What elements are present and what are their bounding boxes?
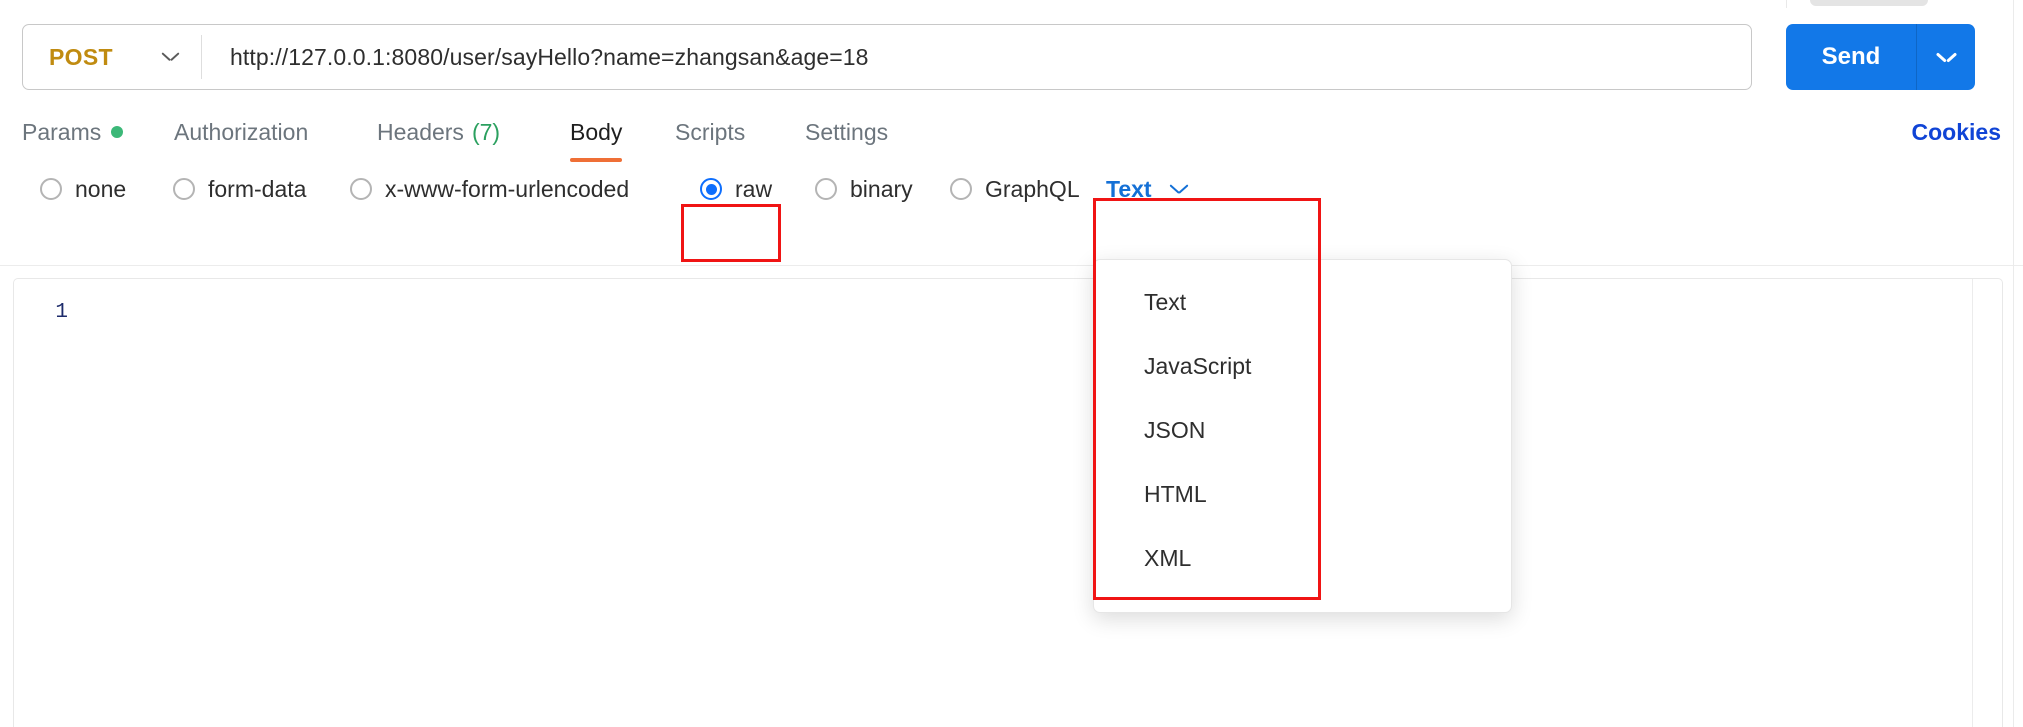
body-type-binary[interactable]: binary bbox=[815, 160, 913, 218]
chevron-down-icon bbox=[1170, 184, 1188, 195]
postman-request-pane: POST Send Params Authorization Headers (… bbox=[0, 0, 2023, 727]
radio-icon bbox=[950, 178, 972, 200]
dropdown-option-html[interactable]: HTML bbox=[1094, 462, 1511, 526]
tab-scripts-label: Scripts bbox=[675, 118, 746, 145]
radio-icon bbox=[350, 178, 372, 200]
body-type-none-label: none bbox=[75, 175, 127, 202]
tab-authorization[interactable]: Authorization bbox=[174, 106, 308, 158]
body-type-urlencoded-label: x-www-form-urlencoded bbox=[385, 175, 630, 202]
tab-body[interactable]: Body bbox=[570, 106, 623, 162]
body-format-dropdown-menu: Text JavaScript JSON HTML XML bbox=[1093, 259, 1512, 613]
tab-headers-label: Headers bbox=[377, 118, 464, 145]
body-type-raw[interactable]: raw bbox=[700, 160, 772, 218]
send-options-button[interactable] bbox=[1917, 24, 1975, 90]
body-type-binary-label: binary bbox=[850, 175, 913, 202]
body-type-form-data-label: form-data bbox=[208, 175, 307, 202]
tab-settings-label: Settings bbox=[805, 118, 889, 145]
body-type-none[interactable]: none bbox=[40, 160, 126, 218]
chevron-down-icon bbox=[1937, 52, 1956, 63]
radio-icon bbox=[40, 178, 62, 200]
dropdown-option-json[interactable]: JSON bbox=[1094, 398, 1511, 462]
tab-authorization-label: Authorization bbox=[174, 118, 309, 145]
body-type-radio-group: none form-data x-www-form-urlencoded raw… bbox=[0, 160, 2023, 218]
tab-settings[interactable]: Settings bbox=[805, 106, 888, 158]
top-cut-off-pill bbox=[1810, 0, 1928, 6]
cookies-link[interactable]: Cookies bbox=[1912, 106, 2001, 158]
dropdown-option-text[interactable]: Text bbox=[1094, 270, 1511, 334]
pane-right-divider bbox=[2013, 0, 2014, 727]
send-button-group: Send bbox=[1786, 24, 1975, 90]
http-method-selector[interactable]: POST bbox=[23, 25, 201, 89]
tab-headers[interactable]: Headers (7) bbox=[377, 106, 500, 158]
params-modified-dot-icon bbox=[111, 126, 124, 138]
body-type-raw-label: raw bbox=[735, 175, 773, 202]
chevron-down-icon bbox=[162, 52, 179, 62]
tab-body-label: Body bbox=[570, 118, 623, 145]
request-body-editor[interactable]: 1 bbox=[13, 278, 2003, 727]
url-input[interactable] bbox=[202, 25, 1751, 89]
editor-line-number: 1 bbox=[55, 301, 68, 324]
tab-params[interactable]: Params bbox=[22, 106, 124, 158]
request-tab-bar: Params Authorization Headers (7) Body Sc… bbox=[0, 106, 2023, 162]
http-method-label: POST bbox=[49, 43, 113, 70]
tab-headers-count: (7) bbox=[471, 118, 501, 145]
body-type-x-www-form-urlencoded[interactable]: x-www-form-urlencoded bbox=[350, 160, 629, 218]
radio-icon bbox=[815, 178, 837, 200]
editor-top-rule bbox=[0, 265, 2023, 266]
top-cut-off-tick bbox=[1786, 0, 1787, 8]
body-format-dropdown-trigger[interactable]: Text bbox=[1106, 160, 1188, 218]
editor-gutter: 1 bbox=[14, 279, 80, 727]
dropdown-option-xml[interactable]: XML bbox=[1094, 526, 1511, 590]
body-format-selected-label: Text bbox=[1106, 175, 1152, 202]
radio-selected-icon bbox=[700, 178, 722, 200]
editor-inner-divider bbox=[1972, 279, 1973, 727]
body-type-form-data[interactable]: form-data bbox=[173, 160, 306, 218]
editor-code-area[interactable] bbox=[80, 279, 1952, 727]
send-button[interactable]: Send bbox=[1786, 24, 1916, 90]
tab-params-label: Params bbox=[22, 118, 102, 145]
url-bar: POST bbox=[22, 24, 1752, 90]
dropdown-option-javascript[interactable]: JavaScript bbox=[1094, 334, 1511, 398]
body-type-graphql[interactable]: GraphQL bbox=[950, 160, 1080, 218]
radio-icon bbox=[173, 178, 195, 200]
body-type-graphql-label: GraphQL bbox=[985, 175, 1080, 202]
tab-scripts[interactable]: Scripts bbox=[675, 106, 745, 158]
